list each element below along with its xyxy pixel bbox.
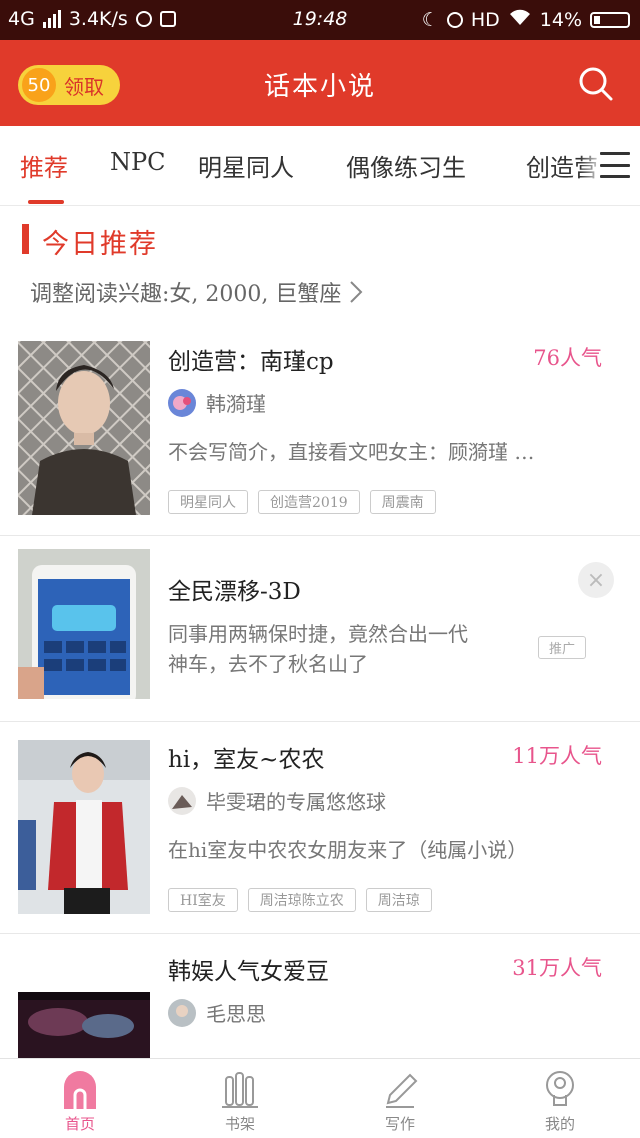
story-tag[interactable]: 周洁琼	[365, 888, 432, 912]
tab-celebrity-fanfic[interactable]: 明星同人	[198, 148, 294, 183]
author-row[interactable]: 毕雯珺的专属悠悠球	[168, 786, 386, 815]
category-tabs: 推荐 NPC 明星同人 偶像练习生 创造营	[0, 126, 640, 206]
story-popularity: 31万人气	[512, 956, 602, 980]
story-title: 韩娱人气女爱豆	[168, 959, 329, 985]
nav-bookshelf[interactable]: 书架	[160, 1059, 320, 1138]
battery-percent: 14%	[539, 8, 582, 31]
ad-title: 全民漂移-3D	[168, 579, 301, 605]
active-tab-indicator	[28, 200, 64, 204]
story-popularity: 76人气	[533, 346, 602, 370]
app-title: 话本小说	[263, 72, 376, 102]
bottom-navigation: 首页 书架 写作 我的	[0, 1058, 640, 1138]
author-avatar	[168, 388, 196, 417]
ad-card[interactable]: 全民漂移-3D × 同事用两辆保时捷，竟然合出一代 神车，去不了秋名山了 推广	[0, 536, 640, 722]
story-title: hi，室友~农农	[168, 747, 325, 773]
tab-recommend[interactable]: 推荐	[20, 148, 68, 183]
author-name: 毕雯珺的专属悠悠球	[206, 790, 386, 814]
story-cover-image[interactable]	[18, 341, 150, 515]
home-icon	[60, 1069, 100, 1109]
profile-icon	[540, 1069, 580, 1109]
ad-label: 推广	[537, 636, 586, 659]
story-description: 在hi室友中农农女朋友来了（纯属小说）	[168, 838, 528, 862]
story-tag[interactable]: 周洁琼陈立农	[247, 888, 356, 912]
nav-write-label: 写作	[384, 1115, 415, 1133]
nav-profile-label: 我的	[544, 1115, 575, 1133]
story-cover-image[interactable]	[18, 992, 150, 1058]
nav-bookshelf-label: 书架	[224, 1115, 255, 1133]
story-tags: 明星同人 创造营2019 周震南	[168, 490, 436, 514]
nav-home[interactable]: 首页	[0, 1059, 160, 1138]
author-avatar	[168, 998, 196, 1027]
alarm-icon	[446, 11, 463, 28]
section-accent-bar	[22, 224, 29, 254]
close-ad-button[interactable]: ×	[578, 562, 614, 598]
story-cover-image[interactable]	[18, 740, 150, 914]
story-tags: HI室友 周洁琼陈立农 周洁琼	[168, 888, 432, 912]
story-tag[interactable]: HI室友	[168, 888, 238, 912]
wifi-icon	[508, 8, 532, 31]
interest-text: 调整阅读兴趣:女, 2000, 巨蟹座	[30, 282, 342, 307]
ad-image[interactable]	[18, 549, 150, 699]
story-tag[interactable]: 创造营2019	[258, 490, 360, 514]
author-row[interactable]: 毛思思	[168, 998, 266, 1027]
section-title: 今日推荐	[42, 229, 158, 260]
ad-description-line-2: 神车，去不了秋名山了	[168, 652, 368, 676]
menu-icon[interactable]	[600, 152, 630, 178]
author-row[interactable]: 韩漪瑾	[168, 388, 266, 417]
story-card[interactable]: 创造营：南瑾cp 76人气 韩漪瑾 不会写简介，直接看文吧女主：顾漪瑾 … 明星…	[0, 324, 640, 536]
status-right: ☾ HD 14%	[422, 8, 630, 31]
pencil-icon	[380, 1069, 420, 1109]
chevron-right-icon	[350, 281, 363, 303]
tab-idol-trainee[interactable]: 偶像练习生	[346, 148, 466, 183]
author-avatar	[168, 786, 196, 815]
battery-icon	[590, 11, 630, 28]
author-name: 毛思思	[206, 1002, 266, 1026]
story-card[interactable]: hi，室友~农农 11万人气 毕雯珺的专属悠悠球 在hi室友中农农女朋友来了（纯…	[0, 722, 640, 934]
status-bar: 4G 3.4K/s 19:48 ☾ HD 14%	[0, 0, 640, 40]
search-icon[interactable]	[576, 64, 616, 104]
adjust-interest-link[interactable]: 调整阅读兴趣:女, 2000, 巨蟹座	[30, 276, 363, 308]
ad-description-line-1: 同事用两辆保时捷，竟然合出一代	[168, 622, 468, 646]
story-card[interactable]: 韩娱人气女爱豆 31万人气 毛思思	[0, 934, 640, 1058]
story-description: 不会写简介，直接看文吧女主：顾漪瑾 …	[168, 440, 535, 464]
story-title: 创造营：南瑾cp	[168, 349, 334, 375]
nav-write[interactable]: 写作	[320, 1059, 480, 1138]
moon-icon: ☾	[421, 8, 439, 31]
story-tag[interactable]: 周震南	[369, 490, 436, 514]
story-popularity: 11万人气	[512, 744, 602, 768]
author-name: 韩漪瑾	[206, 392, 266, 416]
nav-profile[interactable]: 我的	[480, 1059, 640, 1138]
story-tag[interactable]: 明星同人	[168, 490, 248, 514]
app-header: 50 领取 话本小说	[0, 40, 640, 126]
bookshelf-icon	[220, 1069, 260, 1109]
hd-label: HD	[470, 8, 500, 31]
nav-home-label: 首页	[64, 1115, 95, 1133]
tab-npc[interactable]: NPC	[110, 148, 166, 176]
